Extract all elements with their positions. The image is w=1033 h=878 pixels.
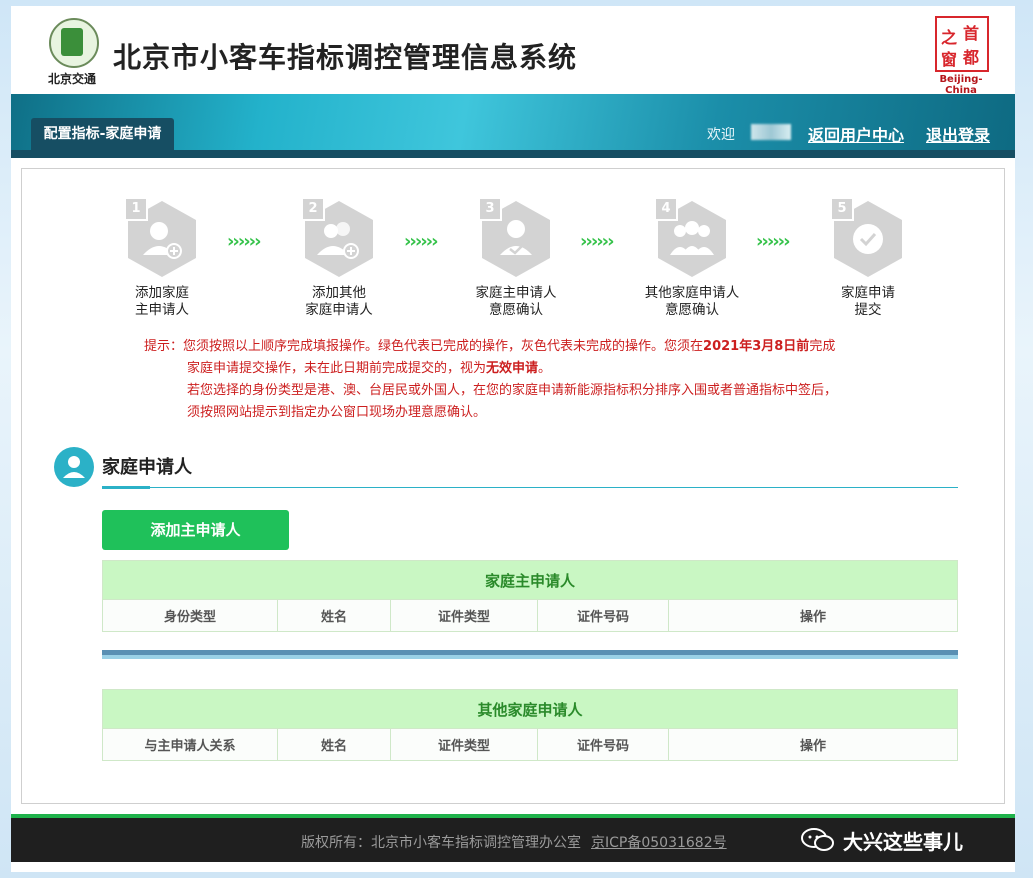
step-number: 4 [654, 197, 678, 221]
site-footer: 版权所有：北京市小客车指标调控管理办公室 京ICP备05031682号 大兴这些事… [11, 818, 1015, 862]
beijing-transport-logo: 北京交通 [41, 18, 103, 88]
step-3: 3 家庭主申请人 意愿确认 [456, 197, 576, 319]
add-users-icon: 2 [301, 197, 375, 279]
username-masked [751, 124, 791, 140]
step-arrows: ›››››› [404, 231, 438, 252]
logo-right-caption: Beijing-China [939, 74, 983, 96]
step-label: 其他家庭申请人 意愿确认 [644, 285, 740, 318]
step-label: 家庭主申请人 意愿确认 [475, 285, 557, 318]
user-center-link[interactable]: 返回用户中心 [808, 122, 904, 146]
page-frame: 北京交通 北京市小客车指标调控管理信息系统 首 都 之 窗 Beijing-Ch… [11, 6, 1015, 872]
page-title: 北京市小客车指标调控管理信息系统 [113, 41, 578, 74]
capital-window-logo: 首 都 之 窗 Beijing-China [931, 16, 991, 96]
deadline-date: 2021年3月8日前 [703, 339, 810, 354]
instructions-notice: 提示：您须按照以上顺序完成填报操作。绿色代表已完成的操作，灰色代表未完成的操作。… [144, 339, 838, 420]
user-check-icon: 3 [478, 197, 552, 279]
step-4: 4 其他家庭申请人 意愿确认 [632, 197, 752, 319]
logo-char-2: 都 [962, 48, 979, 67]
wechat-icon [801, 827, 835, 853]
copyright-text: 版权所有：北京市小客车指标调控管理办公室 京ICP备05031682号 [301, 835, 727, 851]
section-title: 家庭申请人 [102, 457, 192, 478]
logo-char-1: 首 [962, 24, 979, 43]
logout-link[interactable]: 退出登录 [926, 122, 990, 146]
table-caption: 家庭主申请人 [102, 560, 958, 600]
section-underline-accent [102, 486, 150, 489]
other-applicants-table: 其他家庭申请人 与主申请人关系 姓名 证件类型 证件号码 操作 [102, 689, 958, 761]
welcome-text: 欢迎 [707, 127, 735, 143]
column-header: 操作 [668, 599, 958, 632]
check-circle-icon: 5 [830, 197, 904, 279]
step-number: 1 [124, 197, 148, 221]
user-icon [54, 447, 94, 487]
icp-link[interactable]: 京ICP备05031682号 [591, 835, 727, 851]
step-arrows: ›››››› [580, 231, 614, 252]
watermark-text: 大兴这些事儿 [843, 829, 963, 854]
step-number: 2 [301, 197, 325, 221]
column-header: 证件类型 [390, 728, 538, 761]
step-2: 2 添加其他 家庭申请人 [279, 197, 399, 319]
column-header: 与主申请人关系 [102, 728, 278, 761]
step-number: 5 [830, 197, 854, 221]
tips-label: 提示： [144, 339, 184, 354]
step-number: 3 [478, 197, 502, 221]
step-arrows: ›››››› [756, 231, 790, 252]
column-header: 姓名 [277, 599, 391, 632]
section-divider-light [102, 655, 958, 659]
site-header: 北京交通 北京市小客车指标调控管理信息系统 首 都 之 窗 Beijing-Ch… [11, 6, 1015, 96]
watermark: 大兴这些事儿 [801, 826, 963, 854]
step-label: 添加其他 家庭申请人 [305, 285, 373, 318]
section-underline [102, 487, 958, 488]
logo-caption: 北京交通 [47, 72, 96, 86]
group-check-icon: 4 [654, 197, 728, 279]
invalid-application-text: 无效申请 [486, 361, 539, 376]
nav-bar-strip [11, 150, 1015, 158]
section-header: 家庭申请人 [54, 437, 958, 489]
step-1: 1 添加家庭 主申请人 [102, 197, 222, 319]
table-header-row: 与主申请人关系 姓名 证件类型 证件号码 操作 [102, 728, 958, 761]
column-header: 证件号码 [537, 728, 669, 761]
main-content: 1 添加家庭 主申请人 ›››››› 2 添加其他 家庭申请人 ›››››› 3… [21, 168, 1005, 804]
add-user-icon: 1 [124, 197, 198, 279]
step-arrows: ›››››› [227, 231, 261, 252]
add-main-applicant-button[interactable]: 添加主申请人 [102, 510, 289, 550]
column-header: 操作 [668, 728, 958, 761]
tab-family-application[interactable]: 配置指标-家庭申请 [31, 118, 174, 150]
logo-emblem-center [61, 28, 83, 56]
table-caption: 其他家庭申请人 [102, 689, 958, 729]
step-label: 添加家庭 主申请人 [135, 285, 189, 318]
logo-char-3: 之 [940, 28, 957, 47]
step-label: 家庭申请 提交 [841, 285, 895, 318]
column-header: 身份类型 [102, 599, 278, 632]
logo-char-4: 窗 [940, 50, 957, 69]
table-header-row: 身份类型 姓名 证件类型 证件号码 操作 [102, 599, 958, 632]
step-5: 5 家庭申请 提交 [808, 197, 928, 319]
column-header: 证件类型 [390, 599, 538, 632]
main-applicant-table: 家庭主申请人 身份类型 姓名 证件类型 证件号码 操作 [102, 560, 958, 632]
column-header: 证件号码 [537, 599, 669, 632]
column-header: 姓名 [277, 728, 391, 761]
